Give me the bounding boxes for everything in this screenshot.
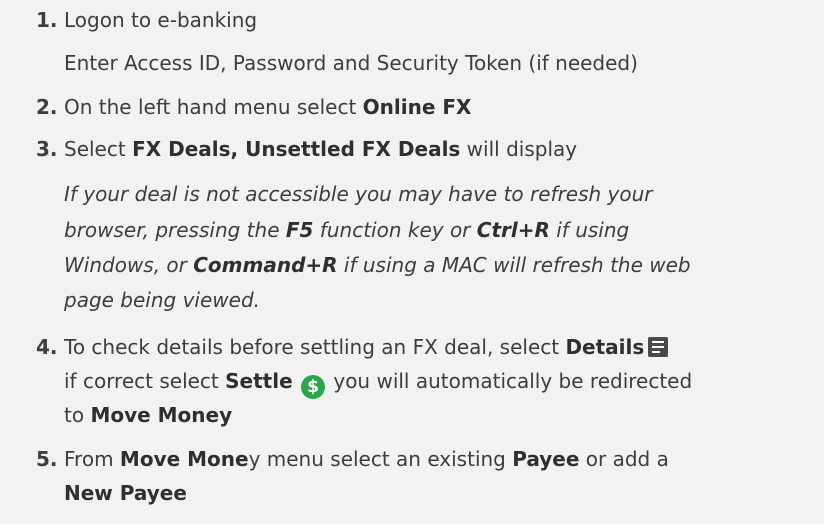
fx-deals-label: FX Deals, Unsettled FX Deals bbox=[132, 137, 461, 161]
document-list-icon bbox=[648, 337, 669, 357]
ctrl-r-key: Ctrl+R bbox=[476, 218, 550, 242]
online-fx-label: Online FX bbox=[362, 95, 472, 119]
step-number: 1. bbox=[36, 8, 58, 32]
move-money-menu-label: Move Mone bbox=[119, 447, 249, 471]
instructions: 1. Logon to e-banking Enter Access ID, P… bbox=[0, 0, 824, 524]
dollar-circle-icon: $ bbox=[301, 375, 325, 399]
move-money-label: Move Money bbox=[90, 403, 233, 427]
settle-label: Settle bbox=[225, 369, 293, 393]
payee-label: Payee bbox=[512, 447, 580, 471]
command-r-key: Command+R bbox=[193, 253, 338, 277]
details-label: Details bbox=[565, 335, 645, 359]
new-payee-label: New Payee bbox=[64, 481, 187, 505]
step-number: 3. bbox=[36, 137, 58, 161]
step-number: 5. bbox=[36, 447, 58, 471]
f5-key: F5 bbox=[285, 218, 314, 242]
step-number: 2. bbox=[36, 95, 58, 119]
step-text: Logon to e-banking bbox=[64, 8, 258, 32]
step-detail-text: Enter Access ID, Password and Security T… bbox=[64, 51, 638, 75]
step-text: Select FX Deals, Unsettled FX Deals will… bbox=[64, 137, 578, 161]
step-number: 4. bbox=[36, 335, 58, 359]
step-text: On the left hand menu select Online FX bbox=[64, 95, 472, 119]
